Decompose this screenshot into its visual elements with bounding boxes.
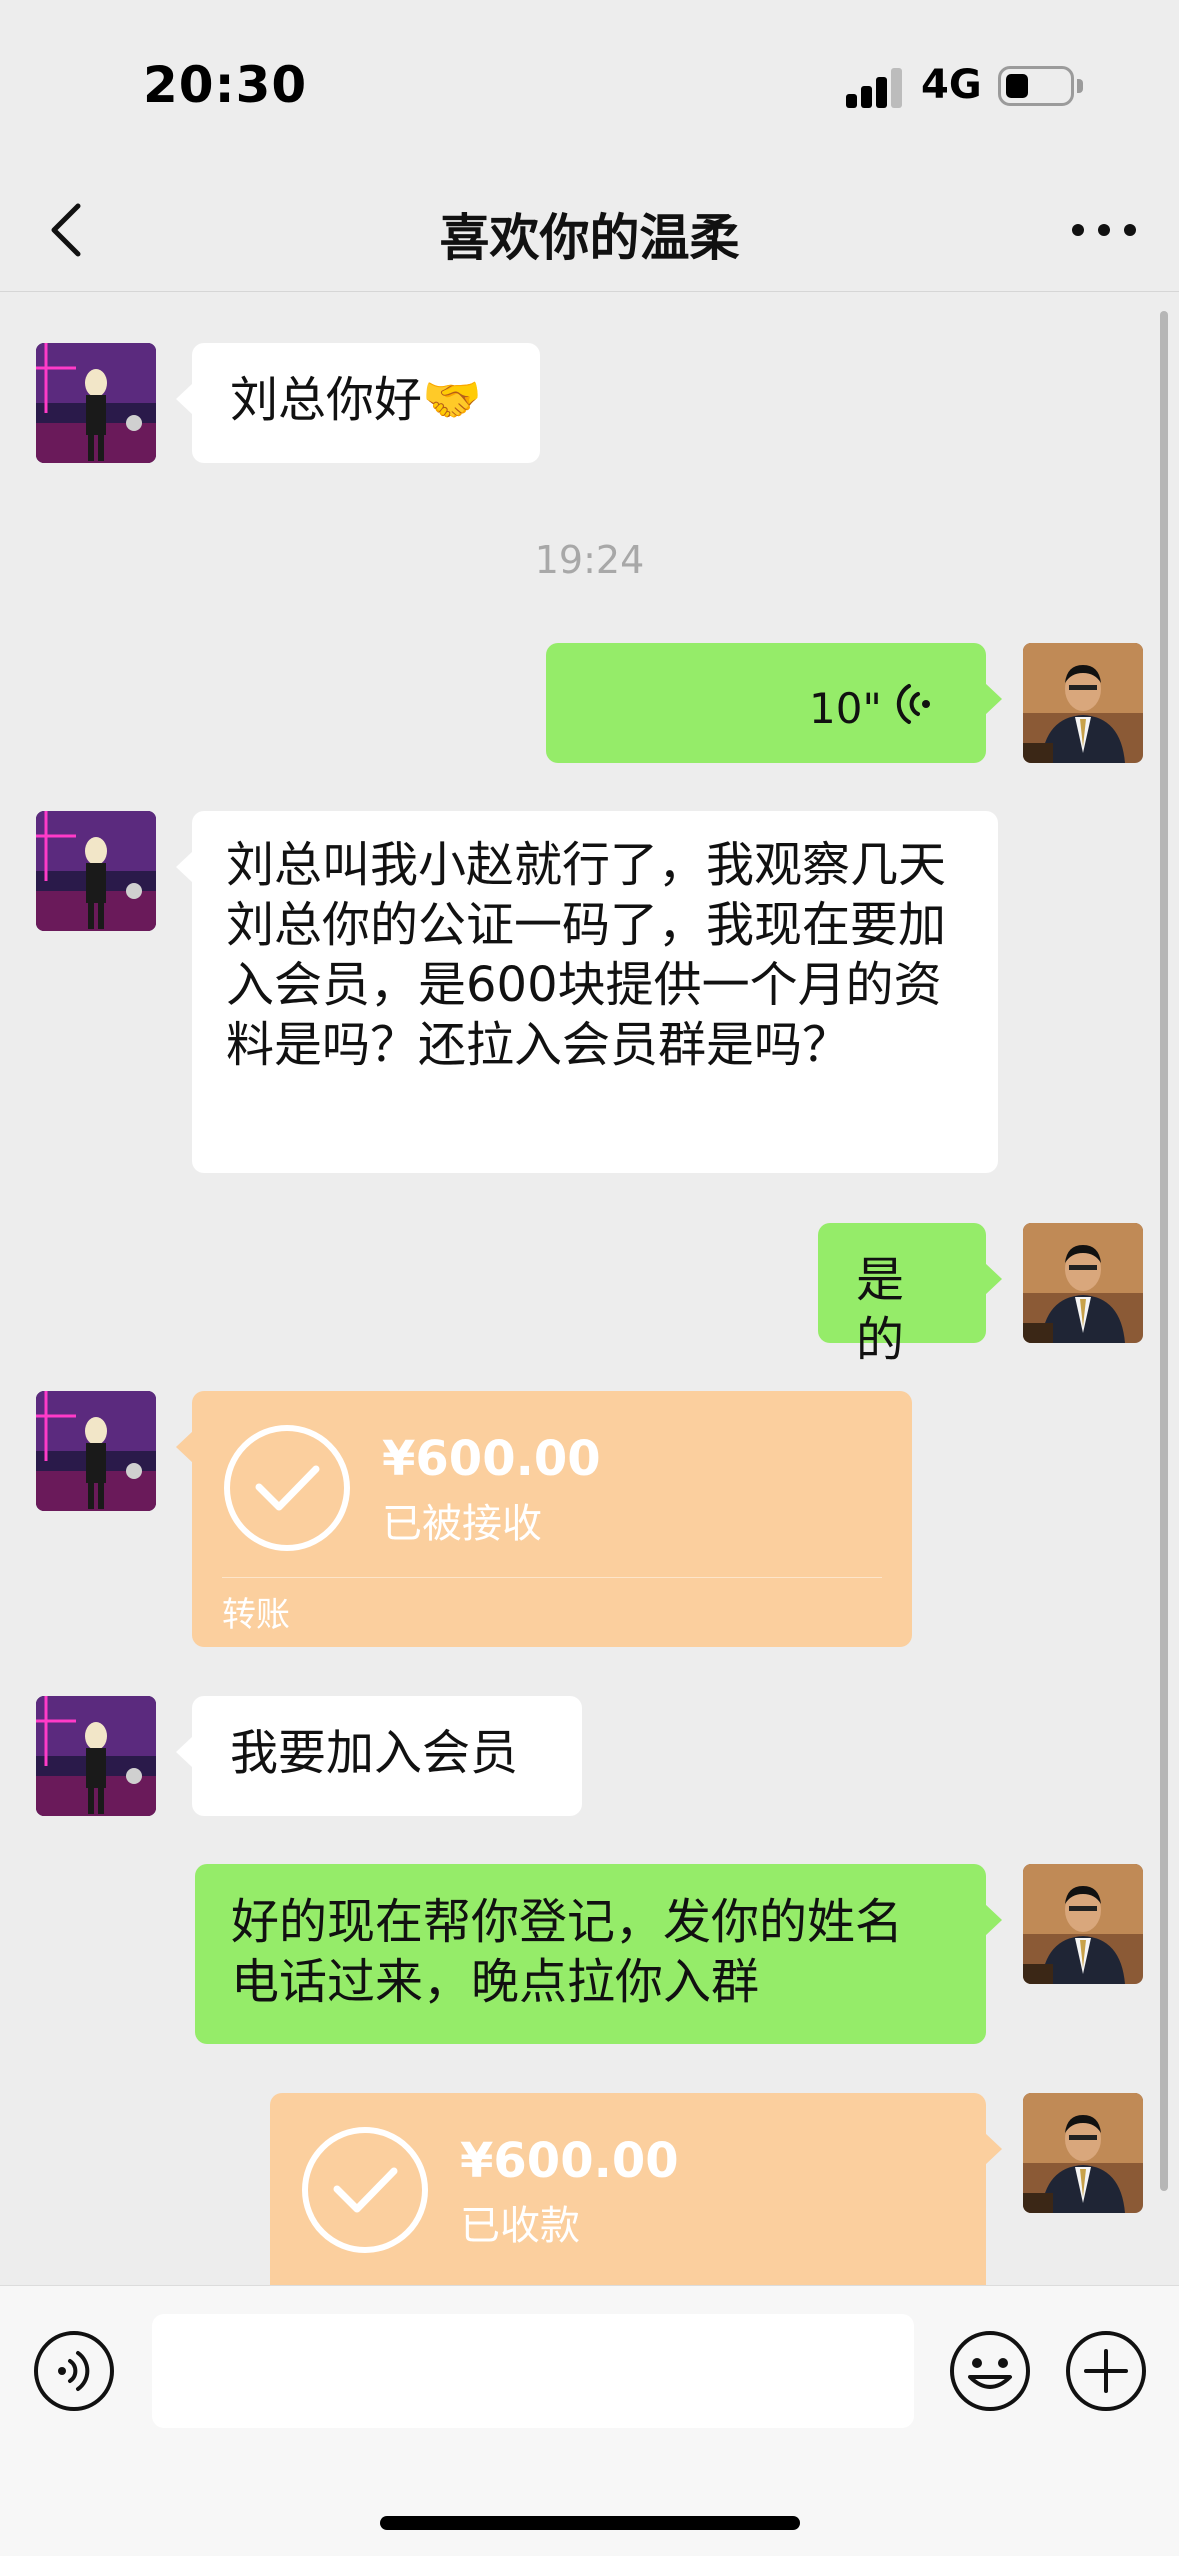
message-bubble-received[interactable]: 刘总叫我小赵就行了，我观察几天刘总你的公证一码了，我现在要加入会员，是600块提… bbox=[176, 811, 998, 1173]
check-circle-icon bbox=[300, 2125, 430, 2255]
message-bubble-received[interactable]: 刘总你好🤝 bbox=[176, 343, 540, 463]
status-time: 20:30 bbox=[143, 56, 308, 114]
battery-cap bbox=[1077, 79, 1083, 93]
chat-header: 喜欢你的温柔 bbox=[0, 170, 1179, 292]
input-bar bbox=[0, 2285, 1179, 2556]
check-circle-icon bbox=[222, 1423, 352, 1553]
signal-strength-icon bbox=[846, 66, 904, 108]
transfer-card-sent[interactable]: ¥600.00 已收款 bbox=[270, 2093, 1002, 2285]
my-avatar[interactable] bbox=[1023, 2093, 1143, 2213]
home-indicator[interactable] bbox=[380, 2516, 800, 2530]
emoji-icon[interactable] bbox=[948, 2329, 1032, 2413]
chat-message-list[interactable]: 刘总你好🤝 19:24 10" 刘总叫我小赵就行了，我观察几天刘总你的公证一码了… bbox=[0, 293, 1179, 2285]
my-avatar[interactable] bbox=[1023, 1864, 1143, 1984]
message-bubble-sent[interactable]: 好的现在帮你登记，发你的姓名电话过来，晚点拉你入群 bbox=[195, 1864, 1002, 2044]
transfer-status: 已被接收 bbox=[382, 1501, 542, 1547]
my-avatar[interactable] bbox=[1023, 643, 1143, 763]
status-bar: 20:30 4G bbox=[0, 0, 1179, 170]
contact-avatar[interactable] bbox=[36, 811, 156, 931]
voice-wave-icon bbox=[892, 679, 936, 729]
voice-message-bubble[interactable]: 10" bbox=[546, 643, 1002, 763]
transfer-status: 已收款 bbox=[460, 2203, 580, 2249]
contact-avatar[interactable] bbox=[36, 1391, 156, 1511]
plus-icon[interactable] bbox=[1064, 2329, 1148, 2413]
voice-duration: 10" bbox=[809, 684, 882, 733]
transfer-divider bbox=[222, 1577, 882, 1578]
transfer-card-received[interactable]: ¥600.00 已被接收 转账 bbox=[176, 1391, 912, 1647]
message-bubble-sent[interactable]: 是的 bbox=[818, 1223, 1002, 1368]
transfer-amount: ¥600.00 bbox=[382, 1431, 601, 1487]
message-input[interactable] bbox=[152, 2314, 914, 2428]
transfer-amount: ¥600.00 bbox=[460, 2133, 679, 2189]
message-bubble-received[interactable]: 我要加入会员 bbox=[176, 1696, 582, 1816]
voice-toggle-icon[interactable] bbox=[32, 2329, 116, 2413]
my-avatar[interactable] bbox=[1023, 1223, 1143, 1343]
network-type: 4G bbox=[921, 62, 982, 108]
transfer-label: 转账 bbox=[222, 1595, 290, 1635]
ellipsis-icon[interactable] bbox=[1068, 200, 1140, 260]
message-timestamp: 19:24 bbox=[534, 538, 645, 582]
chat-title: 喜欢你的温柔 bbox=[439, 209, 740, 267]
scrollbar[interactable] bbox=[1160, 311, 1168, 2191]
contact-avatar[interactable] bbox=[36, 343, 156, 463]
battery-icon bbox=[998, 66, 1074, 106]
contact-avatar[interactable] bbox=[36, 1696, 156, 1816]
